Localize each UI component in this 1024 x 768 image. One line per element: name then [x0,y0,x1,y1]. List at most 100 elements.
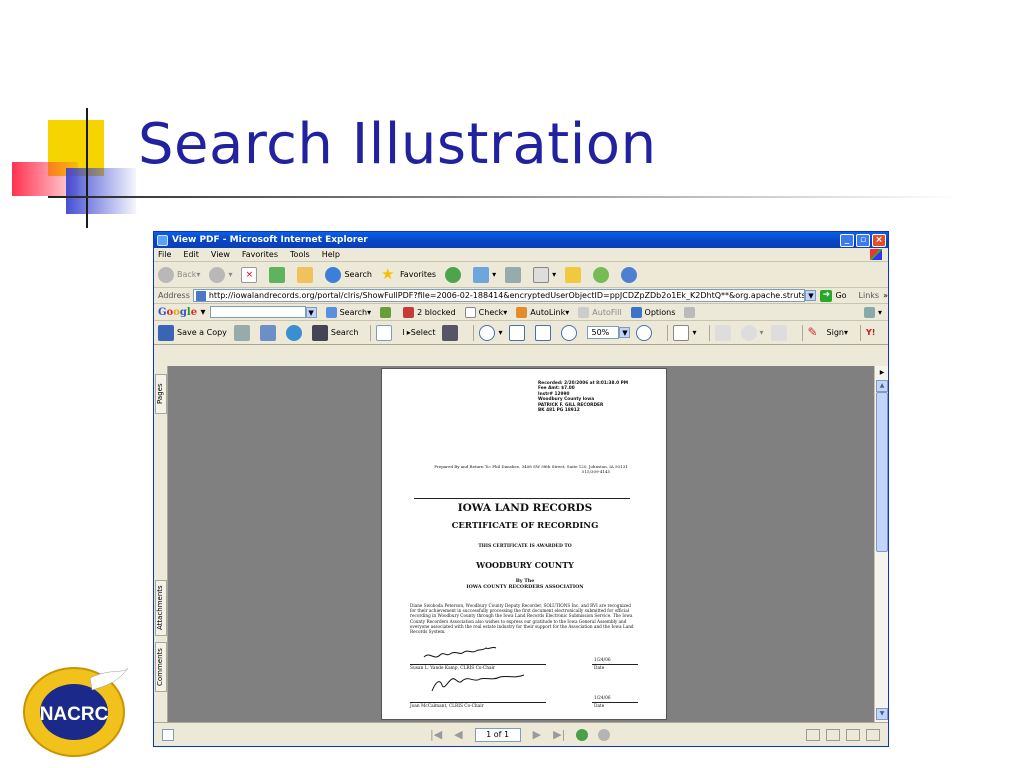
magnifier-icon [479,324,496,341]
signer-1-date-label: Date [594,666,605,671]
favorites-button[interactable]: ★ Favorites [381,266,436,283]
google-settings-button[interactable]: ▾ [863,306,882,318]
continuous-view-icon[interactable] [826,728,840,741]
single-page-view-icon[interactable] [806,728,820,741]
print-button[interactable] [505,266,524,283]
select-tool-button[interactable]: I ▸ Select [402,328,435,337]
options-button[interactable]: Options [630,306,675,318]
menu-edit[interactable]: Edit [183,250,199,259]
hand-tool-button[interactable] [376,324,395,341]
stop-button[interactable]: × [241,266,260,283]
research-icon [593,266,610,283]
pagerank-button[interactable] [380,306,394,318]
close-button[interactable]: × [872,233,886,247]
next-view-icon[interactable] [598,728,611,741]
autolink-button[interactable]: AutoLink ▾ [516,306,569,318]
forward-button[interactable]: ▾ [209,266,232,283]
pen-icon: ✎ [807,324,818,339]
undo-button[interactable]: ▾ [740,324,764,341]
home-icon [297,266,314,283]
slide-title: Search Illustration [138,112,657,177]
autofill-button[interactable]: AutoFill [578,306,622,318]
google-search-icon [325,306,337,318]
pdf-email-button[interactable] [259,324,279,341]
back-button[interactable]: Back ▾ [158,266,200,283]
continuous-facing-view-icon[interactable] [866,728,880,741]
address-input[interactable]: http://iowalandrecords.org/portal/clris/… [192,289,806,302]
vertical-scrollbar[interactable]: ▶ ▲ ▼ [874,366,888,722]
links-button[interactable]: Links [859,291,880,300]
refresh-button[interactable] [269,266,288,283]
scroll-thumb[interactable] [876,392,888,552]
google-search-button[interactable]: Search ▾ [325,306,371,318]
mail-icon [473,266,490,283]
menu-file[interactable]: File [158,250,171,259]
google-logo[interactable]: Google ▾ [158,307,206,318]
page-icon [195,290,206,301]
menu-tools[interactable]: Tools [290,250,310,259]
menu-help[interactable]: Help [322,250,340,259]
pdf-viewport[interactable]: Recorded: 2/20/2006 at 8:01:38.0 PM Fee … [168,366,874,722]
menu-favorites[interactable]: Favorites [242,250,278,259]
zoom-in-button[interactable] [636,324,655,341]
research-button[interactable] [593,266,612,283]
popup-blocker[interactable]: 2 blocked [403,306,456,318]
pane-menu-arrow-icon[interactable]: ▶ [876,368,888,380]
decor-vertical-line [86,108,88,228]
pdf-web-button[interactable] [285,324,305,341]
spellcheck-button[interactable]: Check ▾ [464,306,507,318]
edit-icon [533,266,550,283]
snapshot-button[interactable] [442,324,461,341]
pdf-search-button[interactable]: Search [311,324,358,341]
previous-view-icon[interactable] [576,728,589,741]
mail-button[interactable]: ▾ [473,266,496,283]
email-icon [259,324,276,341]
google-search-input[interactable] [209,306,306,318]
scroll-up-icon[interactable]: ▲ [876,380,888,392]
last-page-icon[interactable]: ▶| [553,728,565,741]
page-panel-icon[interactable] [162,728,174,741]
zoom-level-input[interactable]: 50% [587,326,620,339]
zoom-in-tool-button[interactable]: ▾ [479,324,502,341]
copy-button[interactable] [770,324,790,341]
folder-button[interactable] [565,266,584,283]
menu-view[interactable]: View [211,250,230,259]
zoom-dropdown-icon[interactable]: ▼ [619,327,631,338]
page-number-input[interactable]: 1 of 1 [474,727,521,742]
edit-button[interactable]: ▾ [533,266,556,283]
address-url: http://iowalandrecords.org/portal/clris/… [208,291,806,300]
address-dropdown-icon[interactable]: ▼ [805,290,817,301]
window-titlebar[interactable]: View PDF - Microsoft Internet Explorer _… [154,232,888,248]
go-arrow-icon: ➜ [820,289,833,302]
chevron-right-icon[interactable]: » [883,291,888,300]
tab-comments[interactable]: Comments [155,642,167,692]
search-icon [325,266,342,283]
maximize-button[interactable]: ▫ [856,233,870,247]
yahoo-icon[interactable]: Y! [866,328,875,337]
fit-width-button[interactable] [535,324,554,341]
rotate-button[interactable]: ▾ [673,324,697,341]
search-button[interactable]: Search [325,266,372,283]
home-button[interactable] [297,266,316,283]
forward-arrow-icon [209,266,226,283]
pencil-button[interactable] [684,306,698,318]
facing-view-icon[interactable] [846,728,860,741]
sign-button[interactable]: ✎ Sign ▾ [808,325,848,341]
google-dropdown-icon[interactable]: ▼ [305,306,317,318]
scroll-down-icon[interactable]: ▼ [876,708,888,720]
first-page-icon[interactable]: |◀ [430,728,442,741]
go-button[interactable]: ➜ Go [820,289,847,302]
save-copy-button[interactable]: Save a Copy [158,324,227,341]
minimize-button[interactable]: _ [840,233,854,247]
zoom-out-button[interactable] [561,324,580,341]
tab-attachments[interactable]: Attachments [155,580,167,636]
next-page-icon[interactable]: ▶ [533,728,541,741]
actual-size-button[interactable] [509,324,528,341]
hand-icon [376,324,393,341]
history-button[interactable] [445,266,464,283]
pdf-print-button[interactable] [233,324,253,341]
previous-page-icon[interactable]: ◀ [454,728,462,741]
tab-pages[interactable]: Pages [155,374,167,414]
messenger-button[interactable] [621,266,640,283]
spell-button[interactable] [714,324,734,341]
